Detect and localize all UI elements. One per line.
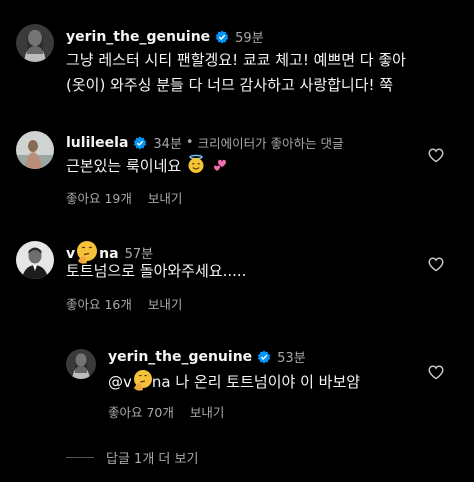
avatar[interactable] bbox=[66, 349, 96, 379]
like-count[interactable]: 좋아요 70개 bbox=[108, 402, 174, 421]
comment-time: 59분 bbox=[235, 31, 264, 46]
verified-badge-icon bbox=[215, 30, 229, 43]
heart-icon[interactable] bbox=[428, 257, 444, 272]
comments-page: yerin_the_genuine 59분 그냥 레스터 시티 팬할겡요! 쿄쿄… bbox=[0, 0, 474, 482]
comment-time: 34분 bbox=[153, 137, 182, 152]
comment-text: 근본있는 룩이네요 bbox=[66, 157, 182, 175]
like-count[interactable]: 좋아요 19개 bbox=[66, 188, 132, 207]
creator-liked-label: 크리에이터가 좋아하는 댓글 bbox=[197, 136, 344, 151]
avatar[interactable] bbox=[16, 24, 54, 62]
comment-username[interactable]: lulileela bbox=[66, 135, 128, 151]
verified-badge-icon bbox=[257, 350, 271, 363]
comment-text: 나 온리 토트넘이야 이 바보얌 bbox=[175, 373, 361, 391]
avatar-image bbox=[16, 131, 54, 169]
reply-button[interactable]: 보내기 bbox=[148, 188, 183, 207]
like-count[interactable]: 좋아요 16개 bbox=[66, 294, 132, 313]
angel-emoji-icon bbox=[188, 154, 204, 173]
comment-text: 토트넘으로 돌아와주세요..... bbox=[66, 262, 247, 280]
two-hearts-emoji-icon bbox=[213, 159, 226, 171]
avatar-image bbox=[16, 24, 54, 62]
avatar-image bbox=[16, 241, 54, 279]
comment-username[interactable]: yerin_the_genuine bbox=[108, 349, 252, 365]
verified-badge-icon bbox=[134, 136, 147, 149]
avatar[interactable] bbox=[16, 241, 54, 279]
comment-text-line: (옷이) 와주싱 분들 다 너므 감사하고 사랑합니다! 쭉 bbox=[66, 76, 394, 94]
comment-text-line: 그냥 레스터 시티 팬할겡요! 쿄쿄 체고! 예쁘면 다 좋아 bbox=[66, 51, 406, 69]
view-more-replies-button[interactable]: 답글 1개 더 보기 bbox=[66, 448, 198, 467]
avatar-image bbox=[66, 349, 96, 379]
view-more-replies-label: 답글 1개 더 보기 bbox=[106, 452, 199, 467]
avatar[interactable] bbox=[16, 131, 54, 169]
comment-time: 53분 bbox=[277, 351, 306, 366]
separator-dot: • bbox=[185, 135, 194, 150]
heart-icon[interactable] bbox=[428, 148, 444, 163]
mention-part: na bbox=[151, 373, 171, 391]
reply-button[interactable]: 보내기 bbox=[190, 402, 225, 421]
heart-icon[interactable] bbox=[428, 365, 444, 380]
reply-button[interactable]: 보내기 bbox=[148, 294, 183, 313]
mention-link[interactable]: @v na bbox=[108, 370, 171, 391]
comment-username[interactable]: yerin_the_genuine bbox=[66, 29, 210, 45]
divider bbox=[66, 457, 94, 458]
